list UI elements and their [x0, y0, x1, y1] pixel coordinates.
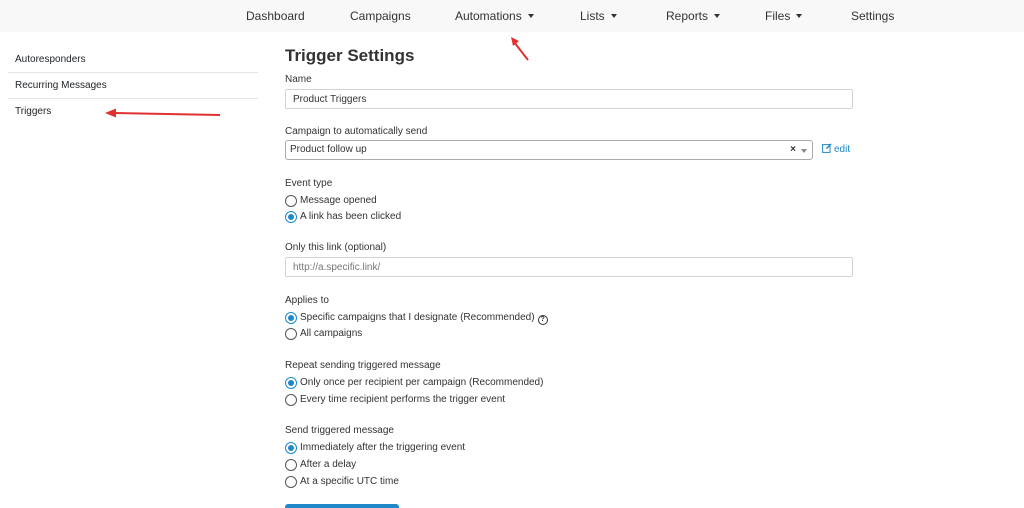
chevron-down-icon [714, 14, 721, 18]
link-label: Only this link (optional) [285, 242, 387, 253]
nav-lists[interactable]: Lists [580, 0, 617, 32]
sidebar-item-autoresponders[interactable]: Autoresponders [8, 47, 258, 73]
chevron-down-icon [796, 14, 803, 18]
nav-reports[interactable]: Reports [666, 0, 721, 32]
repeat-label: Repeat sending triggered message [285, 360, 441, 371]
applies-to-label: Applies to [285, 295, 329, 306]
radio-label: Specific campaigns that I designate (Rec… [300, 312, 535, 323]
radio-button[interactable] [285, 195, 297, 207]
nav-files[interactable]: Files [765, 0, 803, 32]
sidebar-item-recurring-messages[interactable]: Recurring Messages [8, 73, 258, 99]
radio-button[interactable] [285, 394, 297, 406]
radio-label: Every time recipient performs the trigge… [300, 394, 506, 405]
nav-reports-label: Reports [666, 9, 709, 23]
top-nav: Dashboard Campaigns Automations Lists Re… [0, 0, 1024, 32]
radio-button-selected[interactable] [285, 211, 297, 223]
campaign-label: Campaign to automatically send [285, 126, 428, 137]
chevron-down-icon [527, 14, 534, 18]
radio-label: After a delay [300, 459, 357, 470]
send-label: Send triggered message [285, 425, 394, 436]
help-icon[interactable]: ? [537, 315, 548, 325]
edit-campaign-link[interactable]: edit [822, 143, 850, 155]
edit-icon [822, 143, 832, 153]
edit-link-label: edit [834, 144, 851, 155]
campaign-select[interactable]: Product follow up × [285, 140, 813, 160]
radio-label: Only once per recipient per campaign (Re… [300, 377, 544, 388]
annotation-arrow-icon [511, 37, 529, 61]
campaign-select-value: Product follow up [290, 144, 367, 155]
nav-automations[interactable]: Automations [455, 0, 534, 32]
radio-label: All campaigns [300, 328, 363, 339]
radio-label: Immediately after the triggering event [300, 442, 466, 453]
nav-files-label: Files [765, 9, 791, 23]
radio-button-selected[interactable] [285, 312, 297, 324]
chevron-down-icon [801, 149, 807, 153]
event-type-label: Event type [285, 178, 333, 189]
nav-lists-label: Lists [580, 9, 605, 23]
nav-campaigns[interactable]: Campaigns [350, 0, 411, 32]
radio-label: At a specific UTC time [300, 476, 399, 487]
radio-button[interactable] [285, 476, 297, 488]
page-title: Trigger Settings [285, 46, 415, 65]
chevron-down-icon [610, 14, 617, 18]
radio-label-with-help: Specific campaigns that I designate (Rec… [300, 311, 548, 325]
nav-settings[interactable]: Settings [851, 0, 894, 32]
save-button[interactable] [285, 504, 399, 508]
radio-button[interactable] [285, 459, 297, 471]
clear-icon[interactable]: × [790, 141, 796, 159]
radio-label: Message opened [300, 195, 377, 206]
name-label: Name [285, 74, 312, 85]
radio-label: A link has been clicked [300, 211, 402, 222]
nav-automations-label: Automations [455, 9, 522, 23]
radio-button[interactable] [285, 328, 297, 340]
name-input[interactable] [285, 89, 853, 109]
link-input[interactable] [285, 257, 853, 277]
radio-button-selected[interactable] [285, 377, 297, 389]
radio-button-selected[interactable] [285, 442, 297, 454]
annotation-arrow-icon [105, 108, 221, 118]
nav-dashboard[interactable]: Dashboard [246, 0, 305, 32]
